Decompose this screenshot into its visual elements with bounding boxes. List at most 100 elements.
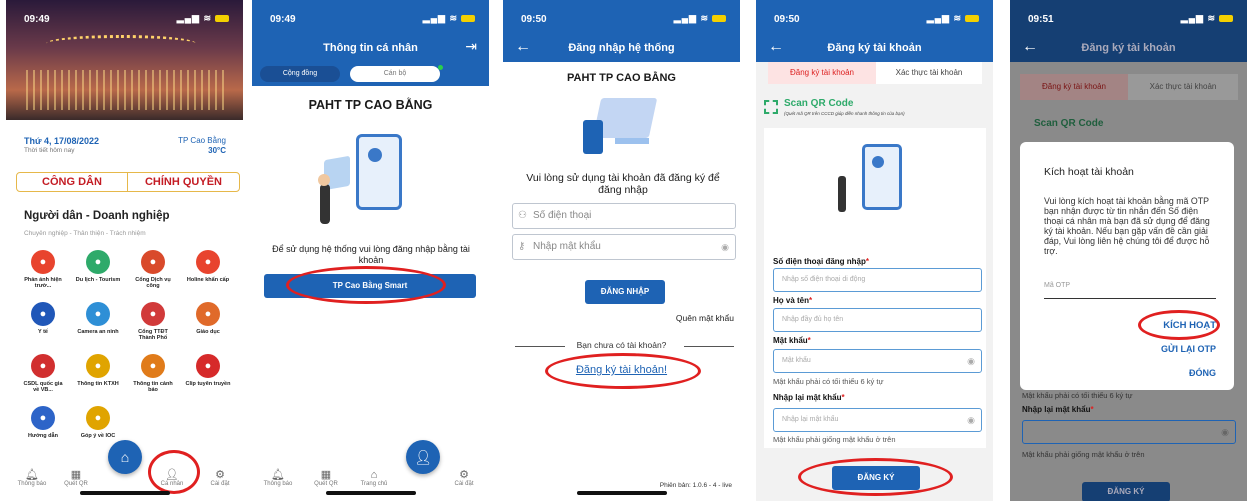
register-link[interactable]: Đăng ký tài khoản! bbox=[503, 364, 740, 376]
service-tile[interactable]: ● Thông tin cảnh báo bbox=[130, 354, 176, 393]
section-title: Người dân - Doanh nghiệp bbox=[24, 210, 170, 222]
scan-qr-title[interactable]: Scan QR Code bbox=[784, 98, 853, 109]
service-tile[interactable]: ● Giáo dục bbox=[185, 302, 231, 335]
mountain-icon: ● bbox=[86, 250, 110, 274]
segment-community[interactable]: Cộng đồng bbox=[260, 66, 340, 82]
home-button[interactable]: ⌂ bbox=[108, 440, 142, 474]
service-tile[interactable]: ● Du lịch - Tourism bbox=[75, 250, 121, 283]
nav-home[interactable]: ⌂ Trang chủ bbox=[354, 469, 394, 487]
confirm-password-input[interactable]: Nhập lại mật khẩu ◉ bbox=[773, 408, 982, 432]
key-icon: ⚷ bbox=[518, 241, 526, 252]
forgot-password-link[interactable]: Quên mật khẩu bbox=[676, 313, 734, 323]
role-switch: CÔNG DÂN CHÍNH QUYỀN bbox=[16, 172, 240, 192]
modal-body: Vui lòng kích hoạt tài khoản bằng mã OTP… bbox=[1044, 196, 1210, 256]
tab-citizen[interactable]: CÔNG DÂN bbox=[17, 173, 127, 191]
section-subtitle: Chuyên nghiệp - Thân thiện - Trách nhiệm bbox=[24, 230, 146, 237]
eye-icon[interactable]: ◉ bbox=[721, 235, 729, 259]
resend-otp-button[interactable]: GỬI LẠI OTP bbox=[1161, 344, 1216, 354]
nav-settings[interactable]: ⚙ Cài đặt bbox=[200, 468, 240, 487]
register-submit-button[interactable]: ĐĂNG KÝ bbox=[832, 466, 920, 490]
password-input[interactable]: Mật khẩu ◉ bbox=[773, 349, 982, 373]
header-bar: 09:49 ▂▄▆ ≋ Thông tin cá nhân ⇥ bbox=[252, 0, 489, 62]
service-tile[interactable]: ● Camera an ninh bbox=[75, 302, 121, 335]
bell-icon: 🔔︎ bbox=[25, 469, 39, 481]
qr-scan-icon[interactable] bbox=[764, 100, 778, 114]
password-label: Mật khẩu* bbox=[773, 336, 811, 345]
smart-login-button[interactable]: TP Cao Bằng Smart bbox=[264, 274, 476, 298]
nav-settings[interactable]: ⚙ Cài đặt bbox=[444, 468, 484, 487]
info-icon: ● bbox=[86, 354, 110, 378]
status-bar: 09:49 ▂▄▆ ≋ bbox=[6, 0, 243, 28]
page-title: Thông tin cá nhân bbox=[323, 42, 418, 54]
service-tile[interactable]: ● CSDL quốc gia về VB... bbox=[20, 354, 66, 393]
password-input[interactable]: ⚷ Nhập mật khẩu ◉ bbox=[512, 234, 736, 260]
eye-icon[interactable]: ◉ bbox=[967, 350, 975, 372]
service-tile[interactable]: ● Cổng Dịch vụ công bbox=[130, 250, 176, 289]
name-label: Họ và tên* bbox=[773, 296, 813, 305]
eye-icon[interactable]: ◉ bbox=[967, 409, 975, 431]
password-hint: Mật khẩu phải có tối thiểu 6 ký tự bbox=[1022, 391, 1133, 400]
segment-staff[interactable]: Cán bộ bbox=[350, 66, 440, 82]
eye-icon[interactable]: ◉ bbox=[1221, 421, 1229, 443]
close-button[interactable]: ĐÓNG bbox=[1189, 368, 1216, 378]
service-tile[interactable]: ● Phản ánh hiện trườ... bbox=[20, 250, 66, 289]
service-tile[interactable]: ● Cổng TTĐT Thành Phố bbox=[130, 302, 176, 341]
education-icon: ● bbox=[196, 302, 220, 326]
scan-qr-title[interactable]: Scan QR Code bbox=[1034, 118, 1103, 129]
confirm-password-label: Nhập lại mật khẩu* bbox=[773, 393, 845, 402]
nav-notifications[interactable]: 🔔︎ Thông báo bbox=[258, 468, 298, 487]
activate-button[interactable]: KÍCH HOẠT bbox=[1163, 320, 1216, 331]
confirm-password-input[interactable]: ◉ bbox=[1022, 420, 1236, 444]
tab-register[interactable]: Đăng ký tài khoản bbox=[768, 62, 876, 84]
service-tile[interactable]: ● Hướng dẫn bbox=[20, 406, 66, 439]
nav-profile[interactable]: 👤︎ Cá nhân bbox=[152, 468, 192, 487]
nav-scan-qr[interactable]: ▦ Quét QR bbox=[306, 468, 346, 487]
phone-input[interactable]: ⚇ Số điện thoại bbox=[512, 203, 736, 229]
page-heading: PAHT TP CAO BẰNG bbox=[308, 98, 433, 112]
otp-input[interactable]: Mã OTP bbox=[1044, 278, 1216, 299]
screen-login: 09:50 ▂▄▆ ≋ ← Đăng nhập hệ thống PAHT TP… bbox=[503, 0, 740, 501]
database-icon: ● bbox=[31, 354, 55, 378]
login-button[interactable]: ĐĂNG NHẬP bbox=[585, 280, 665, 304]
screen-activate: 09:51 ▂▄▆ ≋ ← Đăng ký tài khoản Đăng ký … bbox=[1010, 0, 1247, 501]
nav-scan-qr[interactable]: ▦ Quét QR bbox=[56, 468, 96, 487]
status-bar: 09:50 ▂▄▆ ≋ bbox=[756, 0, 993, 28]
name-input[interactable]: Nhập đầy đủ họ tên bbox=[773, 308, 982, 332]
tab-verify[interactable]: Xác thực tài khoản bbox=[876, 62, 982, 84]
service-label: Góp ý về IOC bbox=[80, 433, 116, 439]
service-label: Giáo dục bbox=[196, 329, 220, 335]
phone-input[interactable]: Nhập số điện thoại di động bbox=[773, 268, 982, 292]
service-tile[interactable]: ● Thông tin KTXH bbox=[75, 354, 121, 387]
placeholder: Nhập lại mật khẩu bbox=[782, 416, 839, 423]
login-prompt: Để sử dụng hệ thống vui lòng đăng nhập b… bbox=[272, 244, 470, 265]
label-text: Nhập lại mật khẩu bbox=[1022, 405, 1091, 414]
register-submit-button[interactable]: ĐĂNG KÝ bbox=[1082, 482, 1170, 501]
service-grid: ● Phản ánh hiện trườ... ● Du lịch - Tourism… bbox=[18, 250, 233, 460]
segment-bar: Cộng đồng Cán bộ bbox=[252, 62, 489, 86]
placeholder: Mật khẩu bbox=[782, 357, 811, 364]
otp-placeholder: Mã OTP bbox=[1044, 282, 1071, 289]
status-bar: 09:51 ▂▄▆ ≋ bbox=[1010, 0, 1247, 28]
service-tile[interactable]: ● Góp ý về IOC bbox=[75, 406, 121, 439]
label-text: Nhập lại mật khẩu bbox=[773, 393, 842, 402]
signal-icons: ▂▄▆ ≋ bbox=[177, 13, 229, 24]
tab-register[interactable]: Đăng ký tài khoản bbox=[1020, 74, 1128, 100]
service-label: Clip tuyên truyền bbox=[185, 381, 231, 387]
logout-icon[interactable]: ⇥ bbox=[465, 38, 477, 55]
service-tile[interactable]: ● Holine khẩn cấp bbox=[185, 250, 231, 283]
home-icon: ⌂ bbox=[120, 449, 130, 465]
profile-button[interactable]: 👤︎ bbox=[406, 440, 440, 474]
screen-home: 09:49 ▂▄▆ ≋ Thứ 4, 17/08/2022 Thời tiết … bbox=[6, 0, 243, 501]
warning-icon: ● bbox=[141, 354, 165, 378]
tab-government[interactable]: CHÍNH QUYỀN bbox=[128, 173, 239, 191]
service-label: Y tế bbox=[38, 329, 48, 335]
service-tile[interactable]: ● Clip tuyên truyền bbox=[185, 354, 231, 387]
service-tile[interactable]: ● Y tế bbox=[20, 302, 66, 335]
tab-verify[interactable]: Xác thực tài khoản bbox=[1128, 74, 1238, 100]
guide-icon: ● bbox=[31, 406, 55, 430]
nav-notifications[interactable]: 🔔︎ Thông báo bbox=[12, 468, 52, 487]
nav-label: Thông báo bbox=[263, 481, 293, 487]
home-indicator bbox=[325, 491, 416, 495]
service-label: Hướng dẫn bbox=[28, 433, 58, 439]
label-text: Họ và tên bbox=[773, 296, 810, 305]
